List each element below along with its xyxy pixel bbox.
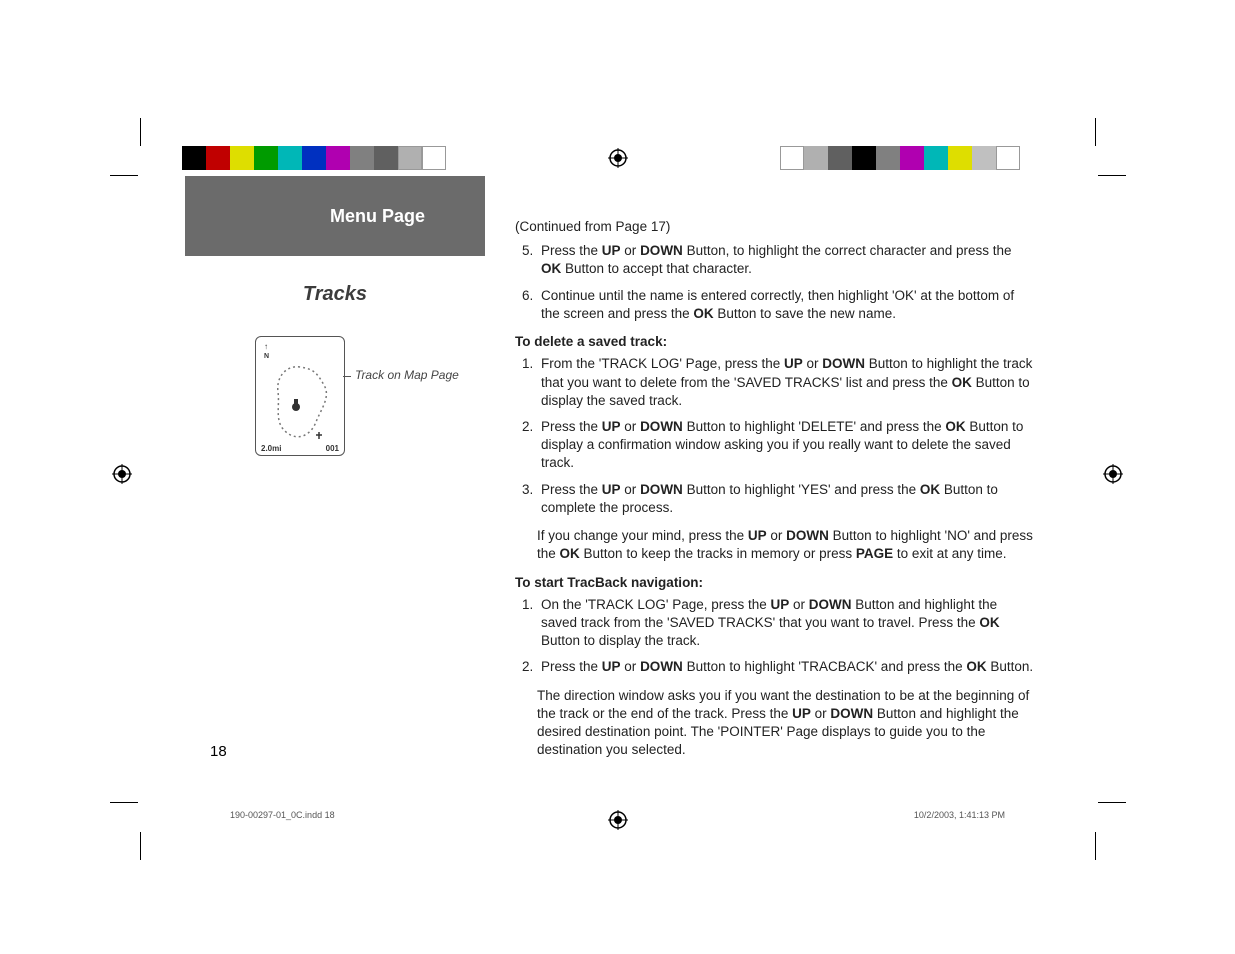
reg-mark-left <box>112 464 132 484</box>
menu-banner: Menu Page <box>185 176 485 256</box>
steps-continue: Press the UP or DOWN Button, to highligh… <box>515 242 1035 323</box>
heading-delete: To delete a saved track: <box>515 333 1035 351</box>
page-content: Menu Page Tracks ↑ N 2.0mi 001 Track on … <box>140 128 1095 828</box>
step-6: Continue until the name is entered corre… <box>537 287 1035 323</box>
callout-text: Track on Map Page <box>355 368 459 382</box>
crop-mark <box>1095 118 1096 146</box>
map-waypoint: 001 <box>326 444 339 453</box>
delete-step-2: Press the UP or DOWN Button to highlight… <box>537 418 1035 473</box>
svg-text:↑: ↑ <box>264 342 268 351</box>
delete-step-3: Press the UP or DOWN Button to highlight… <box>537 481 1035 517</box>
crop-mark <box>1098 175 1126 176</box>
body-text: (Continued from Page 17) Press the UP or… <box>515 218 1035 769</box>
steps-delete: From the 'TRACK LOG' Page, press the UP … <box>515 355 1035 517</box>
map-scale: 2.0mi <box>261 444 281 453</box>
crop-mark <box>140 832 141 860</box>
reg-mark-right <box>1103 464 1123 484</box>
continued-line: (Continued from Page 17) <box>515 218 1035 236</box>
step-5: Press the UP or DOWN Button, to highligh… <box>537 242 1035 278</box>
banner-text: Menu Page <box>330 206 425 227</box>
delete-step-1: From the 'TRACK LOG' Page, press the UP … <box>537 355 1035 410</box>
note-no: If you change your mind, press the UP or… <box>537 527 1035 563</box>
note-direction: The direction window asks you if you wan… <box>537 687 1035 760</box>
section-title: Tracks <box>185 283 485 306</box>
crop-mark <box>110 175 138 176</box>
tracback-step-2: Press the UP or DOWN Button to highlight… <box>537 658 1035 676</box>
north-label: N <box>264 353 269 360</box>
crop-mark <box>1098 802 1126 803</box>
callout-line <box>343 376 351 377</box>
slug-right: 10/2/2003, 1:41:13 PM <box>914 810 1005 820</box>
heading-tracback: To start TracBack navigation: <box>515 574 1035 592</box>
map-figure: ↑ N 2.0mi 001 <box>255 336 345 456</box>
steps-tracback: On the 'TRACK LOG' Page, press the UP or… <box>515 596 1035 677</box>
page-number: 18 <box>210 743 227 760</box>
crop-mark <box>110 802 138 803</box>
slug-left: 190-00297-01_0C.indd 18 <box>230 810 335 820</box>
crop-mark <box>1095 832 1096 860</box>
tracback-step-1: On the 'TRACK LOG' Page, press the UP or… <box>537 596 1035 651</box>
